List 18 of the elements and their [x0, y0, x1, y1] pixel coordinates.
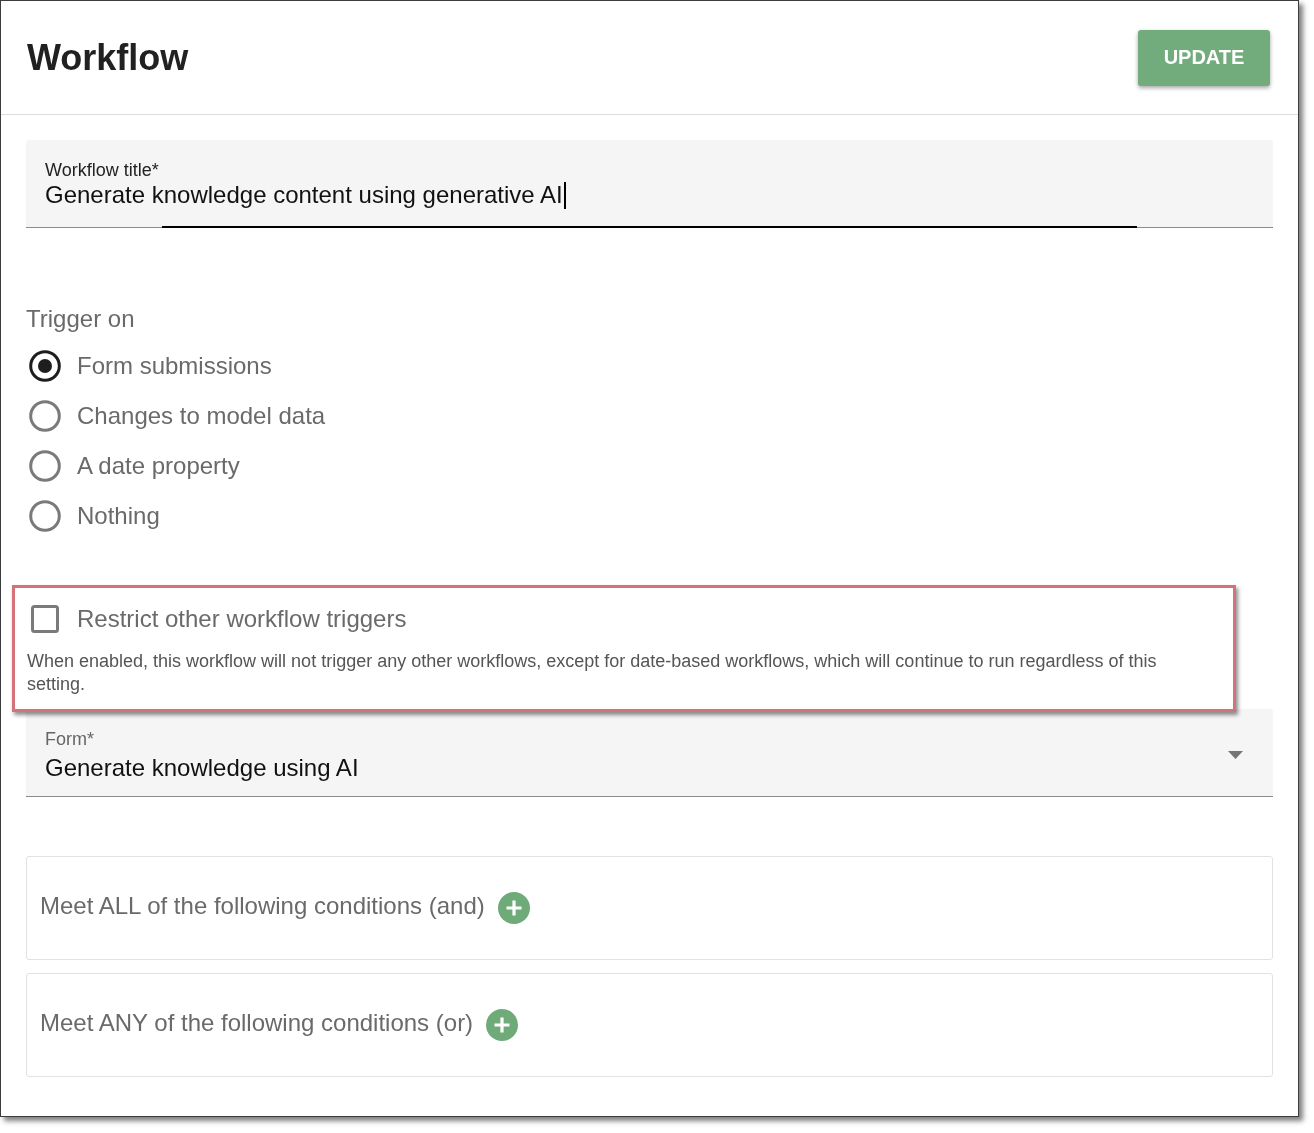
- section-label: Trigger on: [26, 305, 135, 333]
- radio-option[interactable]: Form submissions: [26, 341, 272, 391]
- condition-label: Meet ALL of the following conditions (and): [40, 892, 485, 920]
- radio-option[interactable]: Changes to model data: [26, 391, 326, 441]
- text-cursor-icon: [563, 181, 566, 209]
- radio-option[interactable]: A date property: [26, 441, 240, 491]
- radio-option[interactable]: Nothing: [26, 491, 160, 541]
- condition-label: Meet ANY of the following conditions (or): [40, 1009, 474, 1037]
- help-text: When enabled, this workflow will not trigger any other workflows, except for date-based workflows, which will continue to run regardless of this setting.: [27, 650, 1158, 696]
- plus-circle-icon[interactable]: [486, 1009, 519, 1041]
- text-input-field[interactable]: Workflow title* Generate knowledge content using generative AI: [26, 140, 1273, 228]
- field-label: Workflow title*: [45, 159, 159, 181]
- field-label: Form*: [45, 728, 94, 750]
- dropdown-field[interactable]: Form* Generate knowledge using AI: [26, 709, 1273, 797]
- dropdown-caret-icon: [1228, 751, 1243, 759]
- page-title: Workflow: [27, 36, 189, 79]
- plus-circle-icon[interactable]: [497, 892, 530, 924]
- checkbox-option[interactable]: Restrict other workflow triggers: [27, 599, 407, 639]
